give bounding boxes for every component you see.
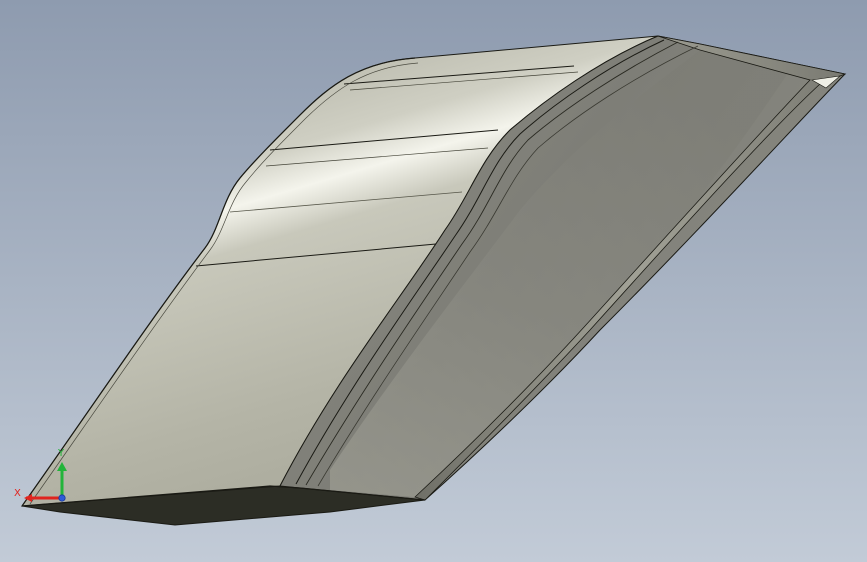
triad-x-label: X xyxy=(14,488,21,499)
triad-y-label: Y xyxy=(57,448,65,459)
triad-z-axis xyxy=(58,494,66,502)
model-view[interactable]: X Y xyxy=(0,0,867,562)
graphics-viewport[interactable]: X Y xyxy=(0,0,867,562)
